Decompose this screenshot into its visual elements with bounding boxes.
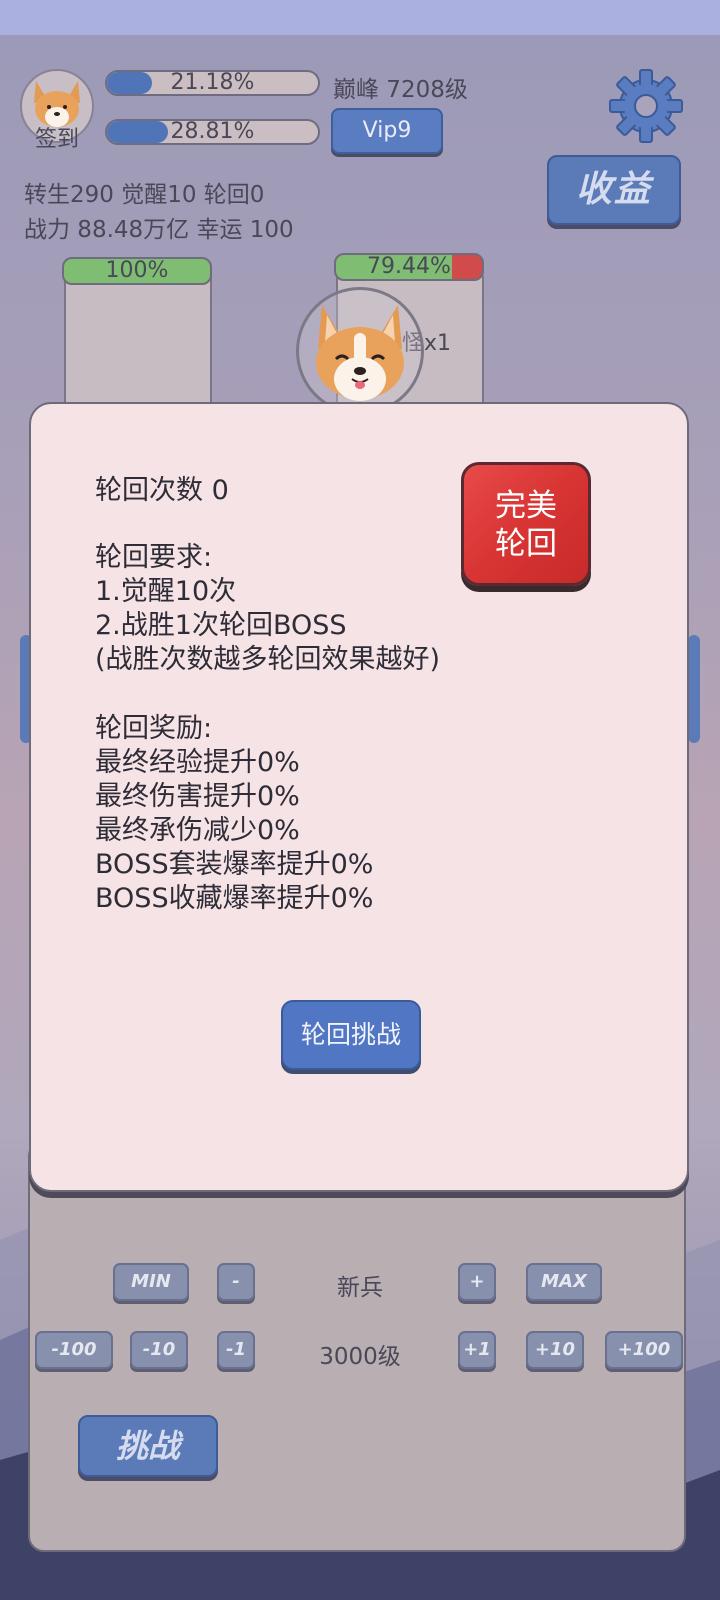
level-label: 3000级 xyxy=(319,1344,401,1370)
rank-label: 新兵 xyxy=(337,1275,383,1301)
gear-icon[interactable] xyxy=(606,66,686,146)
reward-boss-set-drop: BOSS套装爆率提升0% xyxy=(95,849,374,880)
min-button[interactable]: MIN xyxy=(113,1263,189,1301)
monster-hp-bar: 79.44% xyxy=(334,253,484,281)
stats-line-1: 转生290 觉醒10 轮回0 xyxy=(24,182,265,208)
vip-button[interactable]: Vip9 xyxy=(331,108,443,154)
plus-button[interactable]: + xyxy=(458,1263,496,1301)
checkin-label[interactable]: 签到 xyxy=(20,121,94,153)
plus-100-button[interactable]: +100 xyxy=(605,1331,683,1369)
corgi-monster-icon xyxy=(316,305,404,401)
reward-damage-taken: 最终承伤减少0% xyxy=(95,815,300,846)
requirement-1: 1.觉醒10次 xyxy=(95,576,237,607)
perfect-button-line-2: 轮回 xyxy=(495,526,557,562)
right-side-tab xyxy=(688,635,700,743)
player-hp-bar: 100% xyxy=(62,257,212,285)
reward-damage: 最终伤害提升0% xyxy=(95,781,300,812)
minus-button[interactable]: - xyxy=(217,1263,255,1301)
reward-title: 轮回奖励: xyxy=(95,713,213,744)
plus-1-button[interactable]: +1 xyxy=(458,1331,496,1369)
minus-100-button[interactable]: -100 xyxy=(35,1331,113,1369)
second-progress-text: 28.81% xyxy=(170,119,255,144)
perfect-button-line-1: 完美 xyxy=(495,488,557,524)
exp-progress-text: 21.18% xyxy=(170,70,255,95)
second-progress-bar: 28.81% xyxy=(105,119,320,145)
reward-boss-collection-drop: BOSS收藏爆率提升0% xyxy=(95,883,374,914)
player-hp-text: 100% xyxy=(105,258,169,283)
perfect-reincarnation-button[interactable]: 完美 轮回 xyxy=(461,462,591,586)
requirement-note: (战胜次数越多轮回效果越好) xyxy=(95,644,441,675)
peak-level-label: 巅峰 7208级 xyxy=(333,77,468,103)
plus-10-button[interactable]: +10 xyxy=(526,1331,584,1369)
reward-exp: 最终经验提升0% xyxy=(95,747,300,778)
monster-hp-text: 79.44% xyxy=(367,254,451,279)
minus-10-button[interactable]: -10 xyxy=(130,1331,188,1369)
exp-progress-bar: 21.18% xyxy=(105,70,320,96)
requirement-title: 轮回要求: xyxy=(95,542,213,573)
income-button[interactable]: 收益 xyxy=(547,155,681,225)
requirement-2: 2.战胜1次轮回BOSS xyxy=(95,610,347,641)
max-button[interactable]: MAX xyxy=(526,1263,602,1301)
game-screen: 签到 21.18% 28.81% 巅峰 7208级 Vip9 收益 转生290 … xyxy=(0,35,720,1600)
minus-1-button[interactable]: -1 xyxy=(217,1331,255,1369)
reincarnation-challenge-button[interactable]: 轮回挑战 xyxy=(281,1000,421,1070)
reincarnation-count: 轮回次数 0 xyxy=(95,475,229,506)
challenge-button[interactable]: 挑战 xyxy=(78,1415,218,1477)
reincarnation-dialog: 轮回次数 0 轮回要求: 1.觉醒10次 2.战胜1次轮回BOSS (战胜次数越… xyxy=(29,402,689,1192)
stats-line-2: 战力 88.48万亿 幸运 100 xyxy=(24,217,294,243)
monster-portrait xyxy=(296,287,424,415)
